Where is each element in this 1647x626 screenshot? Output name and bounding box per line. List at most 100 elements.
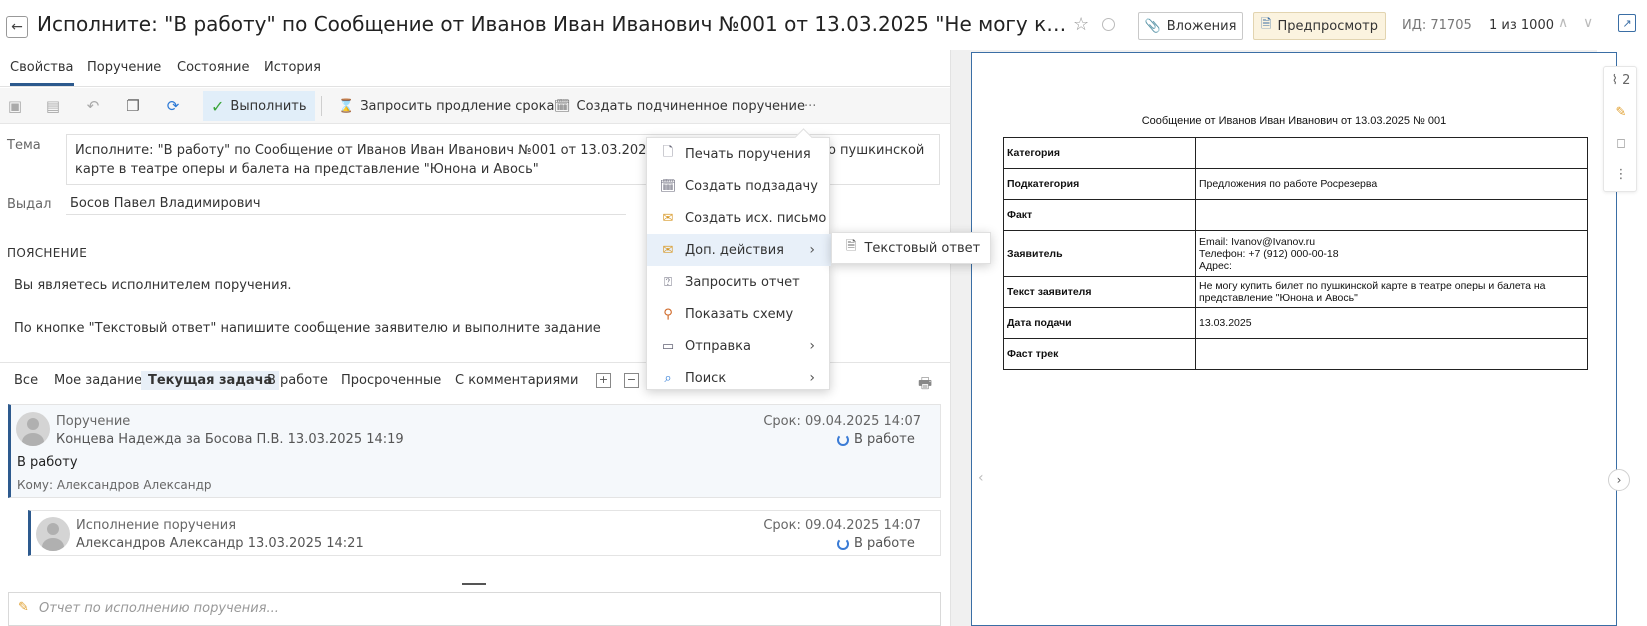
filter-my-task[interactable]: Мое задание bbox=[47, 371, 149, 390]
task-body: В работу bbox=[17, 455, 78, 470]
filter-all[interactable]: Все bbox=[7, 371, 45, 390]
task-author: Александров Александр 13.03.2025 14:21 bbox=[76, 536, 364, 551]
status-circle-icon[interactable] bbox=[1102, 18, 1115, 31]
theme-label: Тема bbox=[7, 138, 41, 153]
preview-side-toolbar: ⌇ 2 ✎ ⎕ ⋮ bbox=[1603, 66, 1637, 192]
menu-item-show-scheme[interactable]: ⚲ Показать схему bbox=[647, 298, 831, 330]
status-badge: В работе bbox=[837, 536, 915, 551]
spinner-icon bbox=[837, 537, 849, 550]
table-row: Факт bbox=[1003, 199, 1588, 231]
avatar bbox=[36, 517, 70, 551]
more-actions-button[interactable]: ··· bbox=[796, 91, 824, 121]
task-type: Исполнение поручения bbox=[76, 518, 237, 533]
document-preview: Сообщение от Иванов Иван Иванович от 13.… bbox=[971, 52, 1617, 626]
menu-item-outgoing-letter[interactable]: ✉ Создать исх. письмо bbox=[647, 202, 831, 234]
table-row: Категория bbox=[1003, 137, 1588, 169]
collapse-all-icon[interactable]: − bbox=[624, 373, 639, 388]
tab-history[interactable]: История bbox=[264, 60, 321, 83]
request-report-icon: ⍰ bbox=[664, 274, 672, 290]
report-input[interactable]: Отчет по исполнению поручения... bbox=[8, 592, 941, 626]
record-counter: 1 из 1000 bbox=[1489, 18, 1554, 33]
save-close-icon[interactable]: ▤ bbox=[44, 97, 62, 115]
print-doc-icon: 🗋 bbox=[662, 145, 674, 160]
task-due: Срок: 09.04.2025 14:07 bbox=[763, 518, 921, 533]
pencil-icon[interactable]: ✎ bbox=[1604, 105, 1638, 120]
task-card[interactable]: Исполнение поручения Александров Алексан… bbox=[28, 510, 941, 556]
explanation-heading: ПОЯСНЕНИЕ bbox=[7, 246, 88, 260]
menu-item-send[interactable]: ▭ Отправка › bbox=[647, 330, 831, 362]
status-badge: В работе bbox=[837, 432, 915, 447]
copy-icon[interactable]: ❐ bbox=[124, 97, 142, 115]
table-row: Дата подачи 13.03.2025 bbox=[1003, 307, 1588, 339]
chevron-right-icon: › bbox=[809, 242, 815, 258]
attachments-button[interactable]: 📎 Вложения bbox=[1138, 12, 1243, 40]
menu-item-request-report[interactable]: ⍰ Запросить отчет bbox=[647, 266, 831, 298]
chevron-right-icon: › bbox=[809, 338, 815, 354]
avatar bbox=[16, 412, 50, 446]
subtask-icon: 🗓 bbox=[659, 178, 677, 194]
tab-bar: Свойства Поручение Состояние История bbox=[0, 50, 950, 87]
text-doc-icon: 🗎 bbox=[846, 239, 857, 254]
checkmark-icon: ✓ bbox=[211, 96, 225, 116]
pencil-icon: ✎ bbox=[18, 600, 29, 615]
chevron-down-icon[interactable]: ∨ bbox=[1583, 15, 1593, 31]
document-title: Сообщение от Иванов Иван Иванович от 13.… bbox=[1141, 115, 1447, 127]
task-due: Срок: 09.04.2025 14:07 bbox=[763, 414, 921, 429]
menu-item-extra-actions[interactable]: ✉ Доп. действия › bbox=[647, 234, 831, 266]
spinner-icon bbox=[837, 433, 849, 446]
printer-icon[interactable]: 🖶 bbox=[918, 373, 932, 398]
more-vertical-icon[interactable]: ⋮ bbox=[1604, 167, 1638, 182]
search-icon: ⌕ bbox=[664, 370, 672, 386]
submenu-text-reply[interactable]: 🗎 Текстовый ответ bbox=[831, 232, 991, 264]
menu-item-search[interactable]: ⌕ Поиск › bbox=[647, 362, 831, 394]
document-table: Категория Подкатегория Предложения по раб… bbox=[1003, 137, 1588, 370]
request-extension-button[interactable]: ⌛ Запросить продление срока bbox=[330, 91, 562, 121]
issuer-label: Выдал bbox=[7, 197, 52, 212]
menu-item-create-subtask[interactable]: 🗓 Создать подзадачу bbox=[647, 170, 831, 202]
star-icon[interactable]: ☆ bbox=[1073, 14, 1089, 35]
outgoing-mail-icon: ✉ bbox=[662, 210, 674, 226]
subordinate-task-icon: 🗓 bbox=[554, 98, 571, 114]
task-card[interactable]: Поручение Концева Надежда за Босова П.В.… bbox=[8, 404, 941, 498]
execute-button[interactable]: ✓ Выполнить bbox=[203, 91, 315, 121]
tab-state[interactable]: Состояние bbox=[177, 60, 249, 83]
tab-assignment[interactable]: Поручение bbox=[87, 60, 161, 83]
resize-handle[interactable] bbox=[462, 583, 486, 585]
table-row: Подкатегория Предложения по работе Росрез… bbox=[1003, 168, 1588, 200]
actions-dropdown-menu: 🗋 Печать поручения 🗓 Создать подзадачу ✉ Со… bbox=[646, 137, 831, 390]
scheme-icon: ⚲ bbox=[663, 306, 673, 322]
preview-doc-icon: 🗎 bbox=[1261, 17, 1272, 32]
back-button[interactable]: ← bbox=[6, 16, 28, 38]
expand-all-icon[interactable]: + bbox=[596, 373, 611, 388]
toolbar: ▣ ▤ ↶ ❐ ⟳ ✓ Выполнить ⌛ Запросить продле… bbox=[0, 88, 950, 124]
tab-properties[interactable]: Свойства bbox=[10, 60, 74, 86]
preview-button[interactable]: 🗎 Предпросмотр bbox=[1253, 12, 1386, 40]
hourglass-icon: ⌛ bbox=[338, 98, 355, 114]
create-subordinate-button[interactable]: 🗓 Создать подчиненное поручение bbox=[546, 91, 813, 121]
chevron-left-icon[interactable]: ‹ bbox=[978, 470, 984, 486]
table-row: Фаст трек bbox=[1003, 338, 1588, 370]
chevron-up-icon[interactable]: ∧ bbox=[1558, 15, 1568, 31]
save-icon[interactable]: ▣ bbox=[6, 97, 24, 115]
chevron-right-icon[interactable]: › bbox=[1608, 469, 1630, 491]
filter-with-comments[interactable]: С комментариями bbox=[448, 371, 585, 390]
attachments-count[interactable]: ⌇ 2 bbox=[1604, 73, 1638, 88]
explanation-line-2: По кнопке "Текстовый ответ" напишите соо… bbox=[14, 321, 601, 336]
explanation-line-1: Вы являетесь исполнителем поручения. bbox=[14, 278, 292, 293]
task-type: Поручение bbox=[56, 414, 131, 429]
refresh-icon[interactable]: ⟳ bbox=[164, 97, 182, 115]
open-external-icon[interactable]: ↗ bbox=[1618, 14, 1636, 32]
issuer-value[interactable]: Босов Павел Владимирович bbox=[70, 196, 261, 211]
toolbar-separator bbox=[321, 96, 322, 116]
paperclip-icon: ⌇ bbox=[1611, 73, 1618, 88]
menu-item-print[interactable]: 🗋 Печать поручения bbox=[647, 138, 831, 170]
task-recipient: Кому: Александров Александр bbox=[17, 478, 212, 492]
filter-current-task[interactable]: Текущая задача bbox=[141, 371, 280, 390]
page-title: Исполните: "В работу" по Сообщение от Ив… bbox=[37, 12, 1067, 36]
send-icon: ▭ bbox=[661, 338, 675, 354]
filter-overdue[interactable]: Просроченные bbox=[334, 371, 448, 390]
issuer-underline bbox=[66, 214, 626, 215]
filter-in-progress[interactable]: В работе bbox=[260, 371, 335, 390]
book-icon[interactable]: ⎕ bbox=[1604, 137, 1638, 152]
undo-icon[interactable]: ↶ bbox=[84, 97, 102, 115]
